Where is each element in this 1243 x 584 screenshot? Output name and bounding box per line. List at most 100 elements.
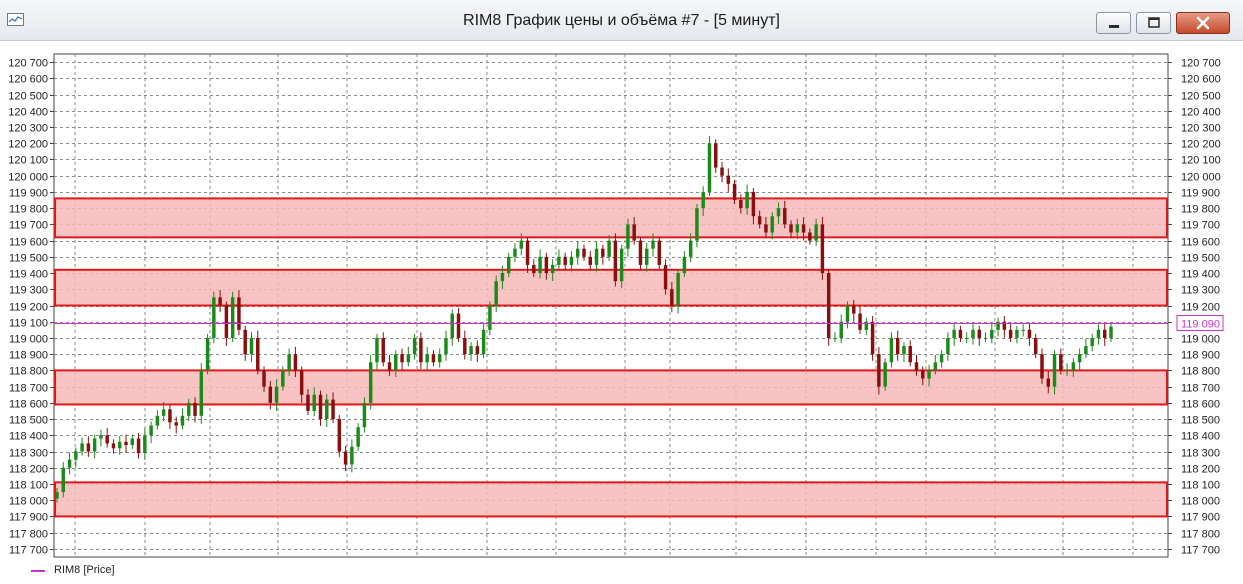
y-tick-label-left: 118 100 — [9, 480, 48, 492]
candle-body — [224, 305, 229, 338]
candle-body — [180, 415, 185, 426]
candle-body — [199, 370, 204, 416]
y-tick-label-right: 118 400 — [1181, 431, 1220, 443]
candle-body — [776, 208, 781, 217]
y-tick-label-left: 120 300 — [8, 123, 48, 135]
candle-body — [513, 248, 517, 257]
chart-legend: RIM8 [Price] — [31, 564, 115, 576]
y-tick-label-right: 118 200 — [1181, 464, 1220, 476]
title-bar: RIM8 График цены и объёма #7 - [5 минут] — [0, 0, 1243, 41]
candle-body — [707, 143, 712, 192]
y-tick-label-left: 118 200 — [9, 464, 48, 476]
candle-body — [927, 370, 931, 379]
candle-body — [343, 451, 348, 465]
candle-body — [814, 224, 818, 241]
candle-body — [582, 248, 586, 257]
window-title: RIM8 График цены и объёма #7 - [5 минут] — [463, 12, 780, 29]
y-tick-label-right: 118 800 — [1181, 366, 1220, 378]
candle-body — [99, 435, 103, 439]
candle-body — [350, 446, 354, 465]
y-tick-label-right: 119 500 — [1181, 253, 1220, 265]
candle-body — [456, 313, 461, 338]
candle-body — [877, 354, 881, 387]
candle-body — [1033, 337, 1038, 355]
candle-body — [757, 216, 762, 225]
candle-body — [337, 419, 342, 452]
candle-body — [368, 362, 373, 403]
minimize-button[interactable] — [1096, 12, 1131, 34]
candle-body — [739, 200, 743, 209]
candle-body — [889, 337, 894, 363]
candle-body — [149, 425, 153, 436]
candle-body — [795, 224, 800, 233]
candle-body — [1046, 378, 1050, 387]
y-tick-label-right: 117 900 — [1181, 512, 1220, 524]
candle-body — [174, 422, 178, 426]
candle-body — [1065, 370, 1069, 372]
y-tick-label-left: 120 400 — [8, 107, 48, 119]
candle-body — [1040, 354, 1044, 379]
candle-body — [538, 256, 542, 274]
candle-body — [670, 289, 674, 306]
candle-body — [883, 362, 887, 387]
candle-body — [601, 248, 605, 257]
candle-body — [801, 224, 806, 233]
candle-body — [362, 402, 367, 428]
y-tick-label-left: 117 900 — [9, 512, 48, 524]
y-tick-label-left: 119 900 — [9, 188, 48, 200]
y-tick-label-right: 119 300 — [1181, 285, 1220, 297]
candle-body — [437, 354, 442, 363]
candle-body — [61, 467, 65, 493]
maximize-button[interactable] — [1136, 12, 1171, 34]
y-tick-label-right: 118 900 — [1181, 350, 1220, 362]
candle-body — [375, 337, 379, 363]
candle-body — [952, 329, 956, 338]
candle-body — [964, 337, 969, 339]
candle-body — [663, 264, 668, 290]
candle-body — [193, 402, 197, 416]
candle-body — [870, 321, 875, 355]
candle-body — [619, 248, 624, 282]
candle-body — [732, 183, 737, 201]
candle-body — [557, 256, 561, 265]
y-tick-label-left: 118 300 — [9, 448, 48, 460]
candle-body — [588, 256, 592, 265]
window-right-edge — [1227, 41, 1243, 579]
candle-body — [720, 167, 724, 176]
candle-body — [256, 337, 260, 371]
candle-body — [218, 297, 222, 306]
y-tick-label-left: 119 000 — [9, 334, 48, 346]
candle-body — [293, 354, 298, 371]
y-tick-label-right: 118 700 — [1181, 383, 1220, 395]
candle-body — [726, 175, 731, 184]
y-tick-label-right: 120 400 — [1181, 107, 1221, 119]
y-tick-label-right: 117 700 — [1181, 545, 1220, 557]
candle-body — [839, 321, 843, 338]
y-tick-label-right: 120 700 — [1181, 58, 1221, 70]
candle-body — [808, 232, 812, 241]
candle-body — [431, 354, 436, 363]
candle-body — [645, 248, 649, 265]
y-tick-label-right: 120 300 — [1181, 123, 1221, 135]
support-resistance-zone — [54, 369, 1168, 406]
y-tick-label-left: 120 500 — [8, 91, 48, 103]
y-tick-label-right: 119 800 — [1181, 204, 1220, 216]
candle-body — [751, 191, 756, 217]
candle-body — [469, 346, 473, 355]
candle-body — [86, 443, 91, 452]
candle-body — [356, 427, 360, 447]
candle-body — [550, 264, 555, 274]
candle-body — [249, 337, 254, 355]
candle-body — [155, 415, 160, 426]
y-tick-label-left: 118 600 — [9, 399, 48, 411]
y-tick-label-right: 117 800 — [1181, 529, 1220, 541]
chart-canvas: 117 700 117 700 117 800 117 800 117 900 117 9… — [8, 53, 1224, 558]
y-tick-label-left: 119 100 — [9, 318, 48, 330]
candle-body — [143, 435, 147, 454]
price-chart[interactable]: 117 700 117 700 117 800 117 800 117 900 117 9… — [0, 41, 1243, 579]
candle-body — [475, 346, 480, 355]
candle-body — [381, 337, 385, 363]
close-button[interactable] — [1176, 12, 1230, 34]
y-tick-label-right: 119 200 — [1181, 302, 1220, 314]
candle-body — [714, 143, 718, 168]
